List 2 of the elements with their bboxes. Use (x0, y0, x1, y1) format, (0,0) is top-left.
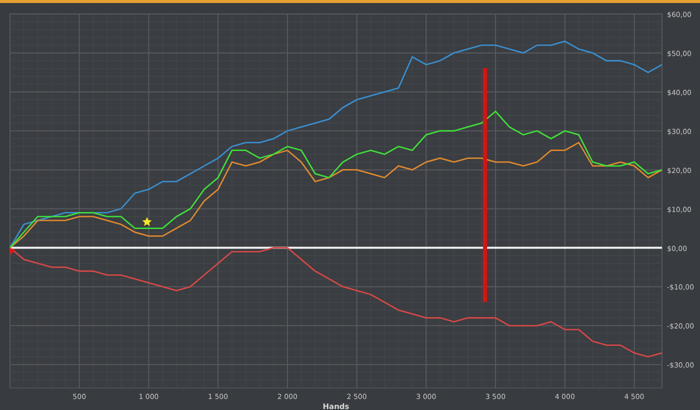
start-marker (9, 249, 15, 255)
star-icon (142, 217, 152, 226)
